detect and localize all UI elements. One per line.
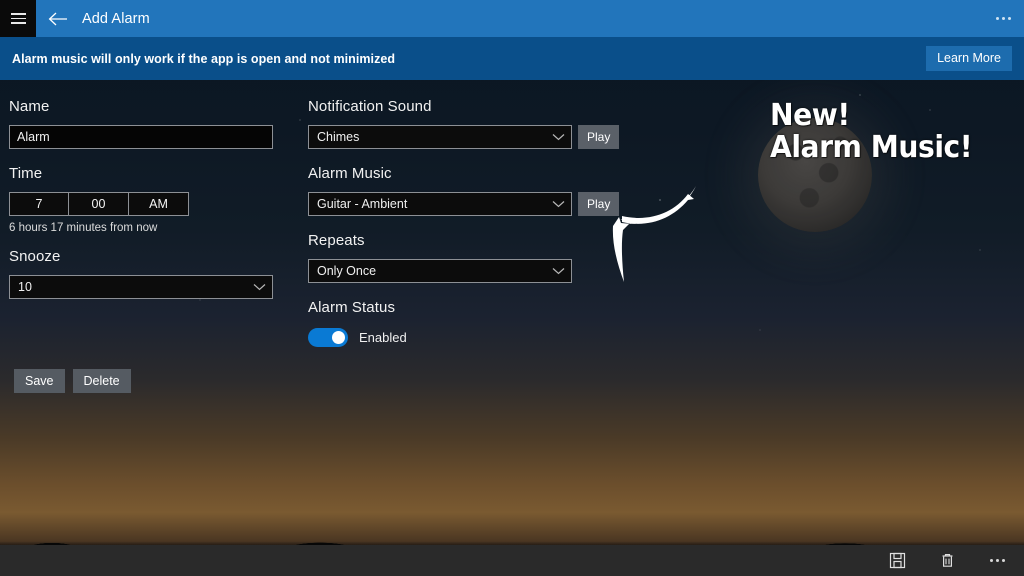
dot <box>1007 17 1011 20</box>
info-banner-message: Alarm music will only work if the app is… <box>12 51 396 66</box>
alarm-music-row: Guitar - Ambient Play <box>308 192 620 216</box>
appbar-ellipsis-icon[interactable] <box>978 545 1016 576</box>
alarm-status-group: Alarm Status Enabled <box>308 299 407 347</box>
dot <box>1001 559 1005 562</box>
notification-sound-value: Chimes <box>317 130 360 144</box>
title-bar: Add Alarm <box>0 0 1024 37</box>
bottom-app-bar <box>0 545 1024 576</box>
time-label: Time <box>9 165 43 182</box>
delete-button[interactable]: Delete <box>72 369 131 394</box>
time-meridiem-input[interactable]: AM <box>129 192 189 216</box>
dot <box>995 17 999 20</box>
app-window: Add Alarm Alarm music will only work if … <box>0 0 1024 576</box>
alarm-music-select[interactable]: Guitar - Ambient <box>308 192 572 216</box>
notification-sound-label: Notification Sound <box>308 98 432 115</box>
repeats-value: Only Once <box>317 264 377 278</box>
time-minute-input[interactable]: 00 <box>69 192 129 216</box>
hamburger-bar <box>10 13 26 15</box>
name-label: Name <box>9 98 50 115</box>
chevron-down-icon <box>552 130 565 144</box>
chevron-down-icon <box>552 264 565 278</box>
notification-sound-play-button[interactable]: Play <box>578 125 620 149</box>
chevron-down-icon <box>552 197 565 211</box>
alarm-music-value: Guitar - Ambient <box>317 197 408 211</box>
notification-sound-group: Notification Sound Chimes Play <box>308 98 620 149</box>
dot <box>995 559 999 562</box>
notification-sound-row: Chimes Play <box>308 125 620 149</box>
snooze-value: 10 <box>18 280 32 294</box>
name-field-group: Name Alarm <box>9 98 273 149</box>
snooze-label: Snooze <box>9 248 61 265</box>
content-area: Name Alarm Time 7 00 AM 6 hours 17 minut… <box>0 80 1024 545</box>
save-button[interactable]: Save <box>14 369 65 394</box>
alarm-music-label: Alarm Music <box>308 165 392 182</box>
notification-sound-select[interactable]: Chimes <box>308 125 572 149</box>
snooze-field-group: Snooze 10 <box>9 248 273 299</box>
alarm-status-row: Enabled <box>308 328 407 347</box>
hamburger-bar <box>10 17 26 20</box>
dot <box>989 559 993 562</box>
learn-more-button[interactable]: Learn More <box>926 46 1012 71</box>
alarm-music-group: Alarm Music Guitar - Ambient Play <box>308 165 620 216</box>
ellipsis-dots <box>989 559 1005 562</box>
repeats-label: Repeats <box>308 232 365 249</box>
action-buttons: Save Delete <box>14 369 131 394</box>
name-input[interactable]: Alarm <box>9 125 273 149</box>
info-banner: Alarm music will only work if the app is… <box>0 37 1024 80</box>
hamburger-bar <box>10 22 26 24</box>
time-field-group: Time 7 00 AM 6 hours 17 minutes from now <box>9 165 189 234</box>
repeats-group: Repeats Only Once <box>308 232 572 283</box>
alarm-status-label: Alarm Status <box>308 299 396 316</box>
dot <box>1001 17 1005 20</box>
alarm-status-toggle-label: Enabled <box>359 330 407 345</box>
trash-icon[interactable] <box>928 545 966 576</box>
time-hint: 6 hours 17 minutes from now <box>9 222 158 234</box>
chevron-down-icon <box>253 280 266 294</box>
snooze-select[interactable]: 10 <box>9 275 273 299</box>
time-hour-input[interactable]: 7 <box>9 192 69 216</box>
save-floppy-icon[interactable] <box>878 545 916 576</box>
titlebar-ellipsis-icon[interactable] <box>982 0 1024 37</box>
hamburger-icon[interactable] <box>0 0 36 37</box>
alarm-status-toggle[interactable] <box>308 328 348 347</box>
back-arrow-icon[interactable] <box>36 0 80 37</box>
page-title: Add Alarm <box>82 10 150 27</box>
toggle-knob <box>332 331 345 344</box>
alarm-music-play-button[interactable]: Play <box>578 192 620 216</box>
time-picker: 7 00 AM <box>9 192 189 216</box>
repeats-select[interactable]: Only Once <box>308 259 572 283</box>
